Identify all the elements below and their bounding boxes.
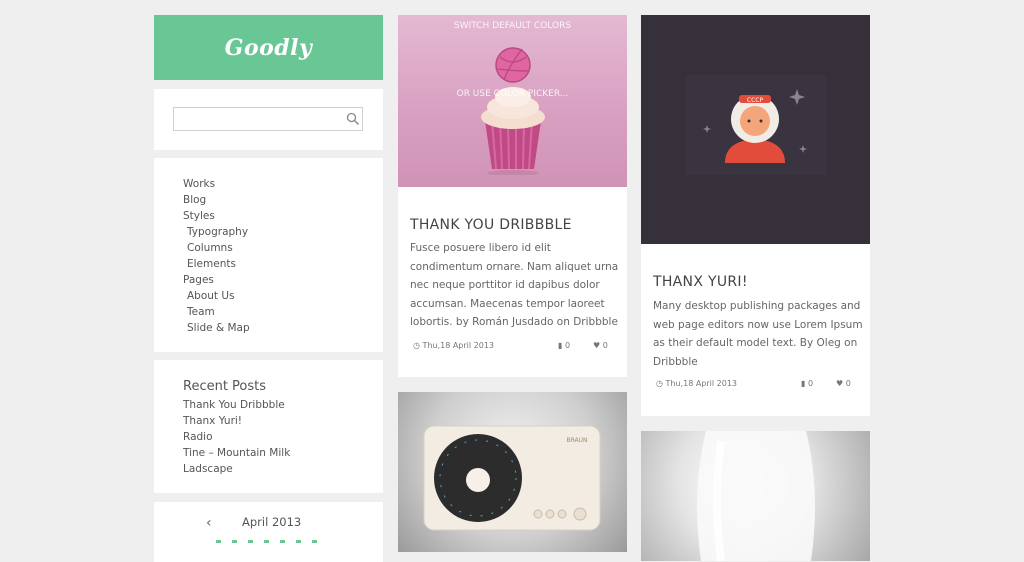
post-date-text: Thu,18 April 2013 xyxy=(422,341,495,350)
cosmonaut-icon: CCCP xyxy=(685,75,827,175)
recent-posts-title: Recent Posts xyxy=(183,379,267,394)
excerpt-line: lobortis. by Román Jusdado on Dribbble xyxy=(410,316,618,328)
cccp-badge: CCCP xyxy=(747,97,764,104)
recent-post-link[interactable]: Ladscape xyxy=(183,463,233,475)
nav-item-about-us[interactable]: About Us xyxy=(187,290,235,302)
calendar-widget: ‹ April 2013 xyxy=(154,502,383,562)
radio-icon: BRAUN xyxy=(423,425,601,531)
comment-icon: ▮ xyxy=(558,341,563,350)
excerpt-line: Fusce posuere libero id elit xyxy=(410,242,551,254)
site-logo[interactable]: Goodly xyxy=(154,15,383,80)
comment-icon: ▮ xyxy=(801,379,806,388)
excerpt-line: as their default model text. By Oleg on xyxy=(653,337,858,349)
nav-item-team[interactable]: Team xyxy=(187,306,215,318)
post-card: BRAUN xyxy=(398,392,627,552)
heart-icon: ♥ xyxy=(593,341,601,350)
post-image-milk[interactable] xyxy=(641,431,870,561)
recent-post-link[interactable]: Thanx Yuri! xyxy=(183,415,242,427)
excerpt-line: Many desktop publishing packages and xyxy=(653,300,861,312)
nav-item-typography[interactable]: Typography xyxy=(187,226,248,238)
nav-item-slide-map[interactable]: Slide & Map xyxy=(187,322,250,334)
post-image-cosmonaut[interactable]: CCCP xyxy=(641,15,870,244)
nav-item-blog[interactable]: Blog xyxy=(183,194,206,206)
post-date-text: Thu,18 April 2013 xyxy=(665,379,738,388)
post-card: CCCP THANX YURI! Many desktop publishing… xyxy=(641,15,870,416)
comment-count-text: 0 xyxy=(807,379,814,388)
nav-item-works[interactable]: Works xyxy=(183,178,215,190)
post-title[interactable]: THANK YOU DRIBBBLE xyxy=(410,217,572,233)
post-date: ◷ Thu,18 April 2013 xyxy=(413,341,494,350)
color-picker-text[interactable]: OR USE COLOR PICKER... xyxy=(398,89,627,99)
comment-count[interactable]: ▮ 0 xyxy=(801,379,813,388)
clock-icon: ◷ xyxy=(413,341,420,350)
brand-label: BRAUN xyxy=(566,437,587,444)
post-excerpt: Many desktop publishing packages and web… xyxy=(653,297,863,371)
nav-item-styles[interactable]: Styles xyxy=(183,210,215,222)
nav-item-elements[interactable]: Elements xyxy=(187,258,236,270)
comment-count[interactable]: ▮ 0 xyxy=(558,341,570,350)
post-card: SWITCH DEFAULT COLORS OR USE COLOR PICKE… xyxy=(398,15,627,377)
search-input[interactable] xyxy=(173,107,363,131)
excerpt-line: condimentum ornare. Nam aliquet urna xyxy=(410,260,619,273)
nav-item-pages[interactable]: Pages xyxy=(183,274,214,286)
search-icon[interactable] xyxy=(346,112,360,126)
excerpt-line: accumsan. Maecenas tempor laoreet xyxy=(410,297,605,310)
like-count[interactable]: ♥ 0 xyxy=(593,341,608,350)
switch-colors-text[interactable]: SWITCH DEFAULT COLORS xyxy=(398,21,627,31)
comment-count-text: 0 xyxy=(564,341,571,350)
heart-icon: ♥ xyxy=(836,379,844,388)
recent-post-link[interactable]: Tine – Mountain Milk xyxy=(183,447,290,459)
milk-bottle-icon xyxy=(697,431,815,561)
post-image-cupcake[interactable]: SWITCH DEFAULT COLORS OR USE COLOR PICKE… xyxy=(398,15,627,187)
main-navigation: Works Blog Styles Typography Columns Ele… xyxy=(154,158,383,352)
like-count-text: 0 xyxy=(602,341,608,350)
recent-post-link[interactable]: Thank You Dribbble xyxy=(183,399,285,411)
cupcake-icon xyxy=(481,47,545,175)
logo-text: Goodly xyxy=(224,34,313,61)
recent-post-link[interactable]: Radio xyxy=(183,431,213,443)
calendar-weekday-row xyxy=(216,540,317,543)
like-count[interactable]: ♥ 0 xyxy=(836,379,851,388)
nav-item-columns[interactable]: Columns xyxy=(187,242,233,254)
post-image-radio[interactable]: BRAUN xyxy=(398,392,627,552)
post-date: ◷ Thu,18 April 2013 xyxy=(656,379,737,388)
excerpt-line: nec neque porttitor id dapibus dolor xyxy=(410,279,600,291)
clock-icon: ◷ xyxy=(656,379,663,388)
calendar-month: April 2013 xyxy=(242,515,302,529)
like-count-text: 0 xyxy=(845,379,851,388)
post-title[interactable]: THANX YURI! xyxy=(653,274,748,290)
post-excerpt: Fusce posuere libero id elit condimentum… xyxy=(410,239,618,332)
chevron-left-icon[interactable]: ‹ xyxy=(206,515,212,531)
recent-posts-widget: Recent Posts Thank You Dribbble Thanx Yu… xyxy=(154,360,383,493)
excerpt-line: web page editors now use Lorem Ipsum xyxy=(653,318,863,331)
post-card xyxy=(641,431,870,561)
search-widget xyxy=(154,89,383,150)
excerpt-line: Dribbble xyxy=(653,355,698,368)
